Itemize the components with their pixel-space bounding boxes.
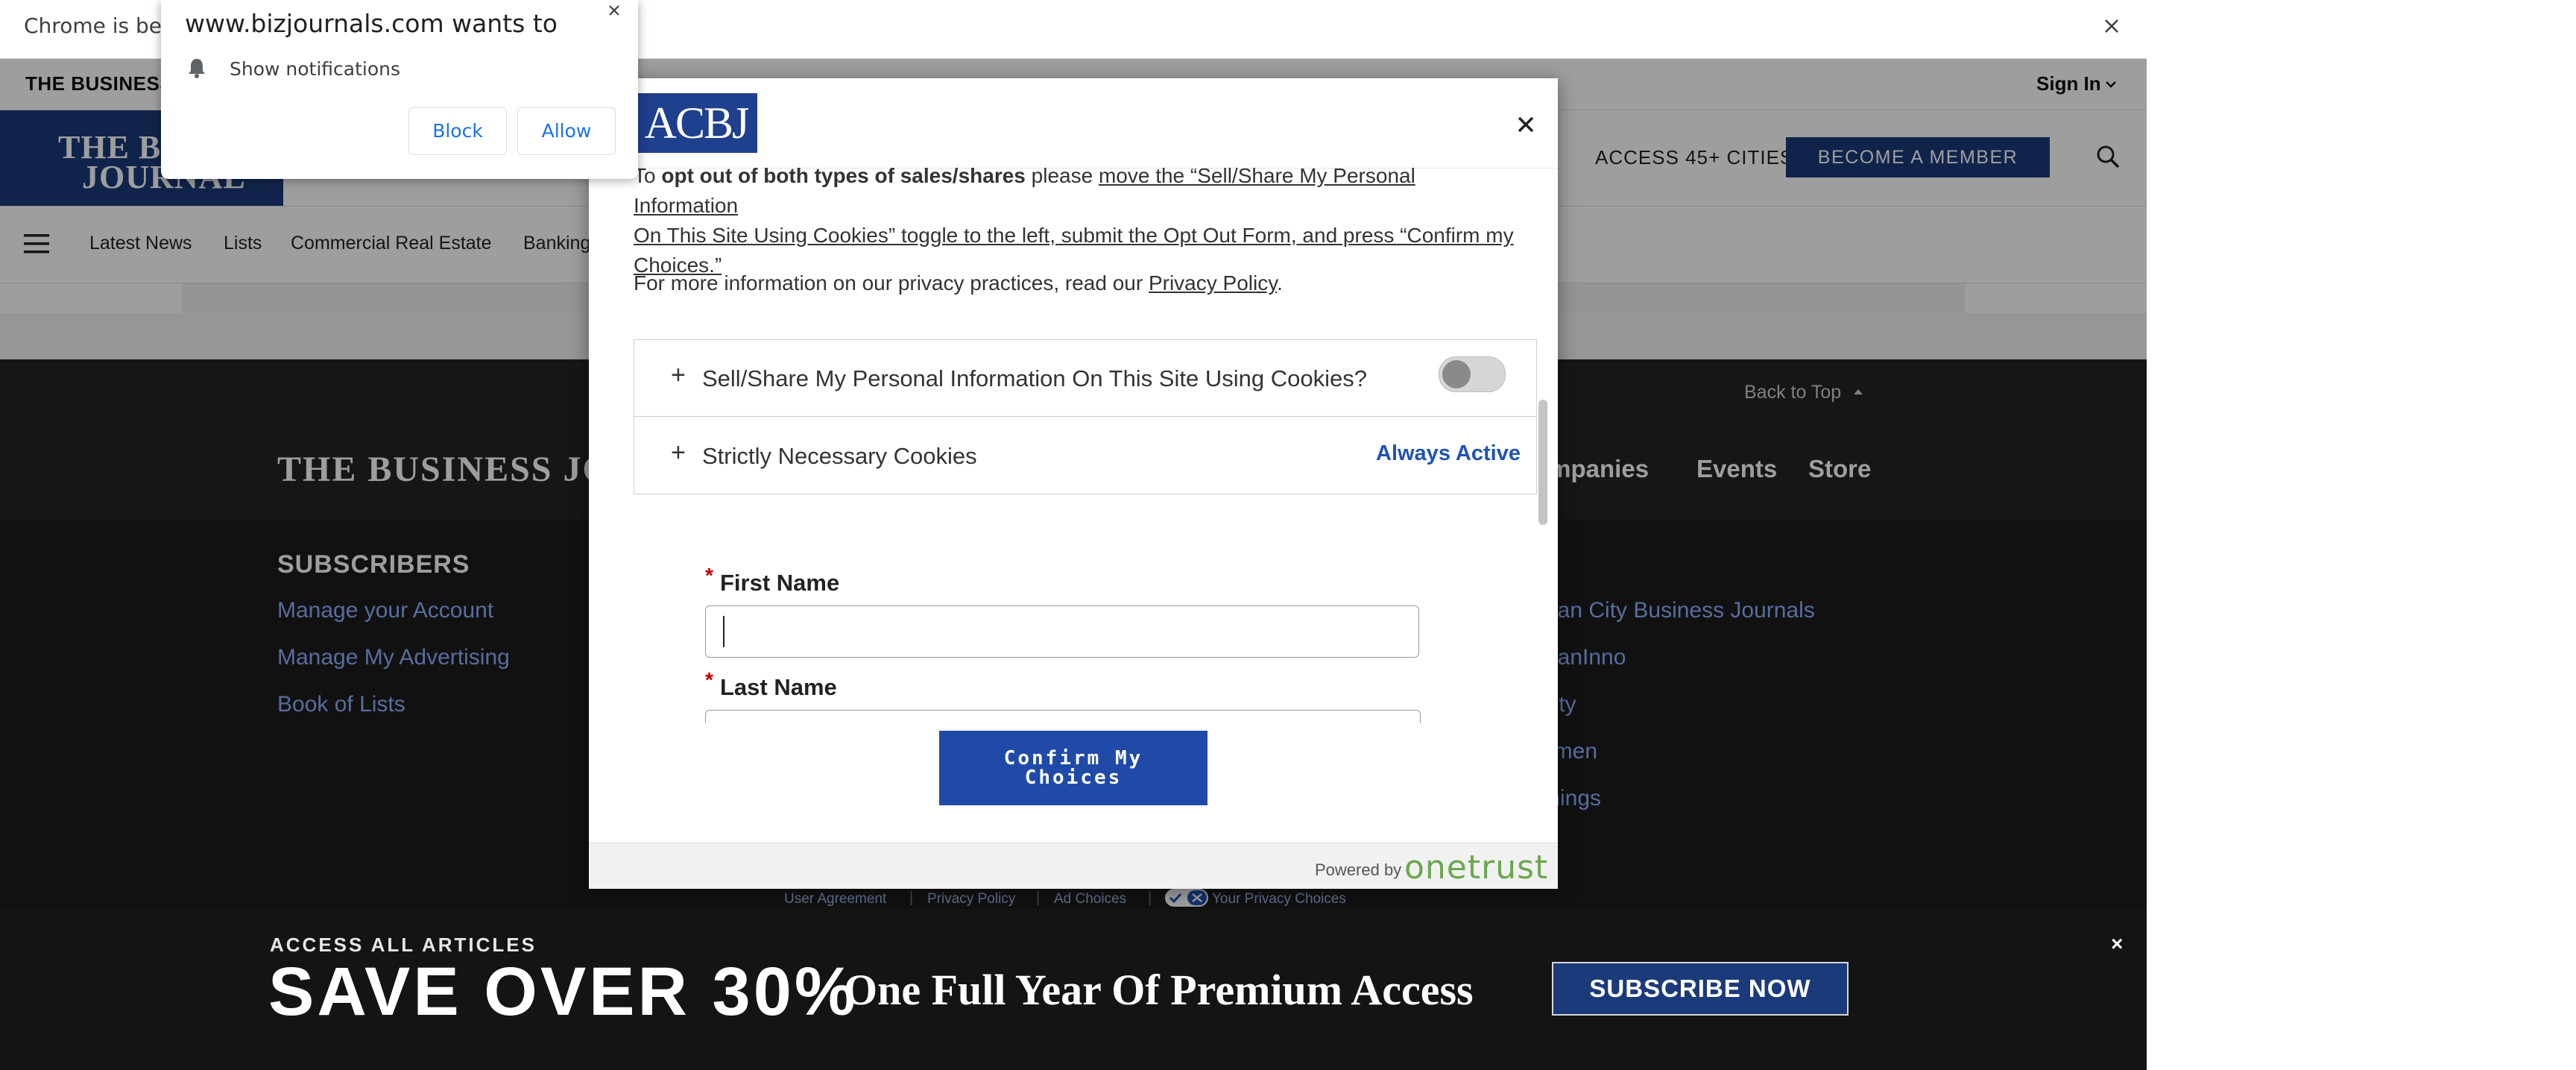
first-name-field[interactable]: [705, 605, 1419, 658]
block-button[interactable]: Block: [408, 107, 507, 155]
confirm-my-choices-button[interactable]: Confirm My Choices: [939, 731, 1208, 805]
privacy-info-paragraph: For more information on our privacy prac…: [634, 268, 1521, 298]
infobar-close-icon[interactable]: [2100, 15, 2123, 37]
sell-share-cookies-label[interactable]: Sell/Share My Personal Information On Th…: [702, 365, 1367, 392]
promo-subhead: One Full Year Of Premium Access: [844, 966, 1474, 1014]
modal-close-icon[interactable]: [1515, 113, 1537, 136]
notification-close-icon[interactable]: [604, 1, 625, 21]
promo-headline: SAVE OVER 30%: [268, 954, 859, 1030]
bell-icon: [189, 59, 205, 78]
subscribe-now-button[interactable]: SUBSCRIBE NOW: [1552, 962, 1849, 1016]
modal-privacy-policy-link[interactable]: Privacy Policy: [1149, 271, 1277, 295]
required-asterisk: *: [705, 668, 713, 691]
text-cursor: [723, 616, 724, 647]
confirm-line-2: Choices: [1024, 767, 1123, 789]
privacy-info-end: .: [1277, 271, 1283, 295]
promo-close-button[interactable]: ×: [2111, 932, 2123, 956]
first-name-label: First Name: [720, 570, 840, 596]
accordion-divider: [634, 416, 1537, 417]
opt-out-mid: please: [1025, 164, 1099, 187]
notification-site-prompt: www.bizjournals.com wants to: [185, 9, 558, 38]
confirm-line-1: Confirm My: [1003, 747, 1143, 770]
sell-share-cookies-toggle[interactable]: [1439, 356, 1506, 392]
infobar-text: Chrome is bein: [24, 13, 181, 38]
always-active-status: Always Active: [1376, 441, 1521, 465]
onetrust-logo[interactable]: onetrust: [1404, 849, 1548, 887]
acbj-logo: ACBJ: [635, 93, 757, 153]
privacy-info-text: For more information on our privacy prac…: [634, 271, 1149, 295]
required-asterisk: *: [705, 564, 713, 587]
cookie-categories-accordion: [634, 339, 1537, 494]
powered-by-text: Powered by: [1315, 860, 1402, 879]
opt-out-bold: opt out of both types of sales/shares: [661, 164, 1026, 187]
toggle-knob: [1442, 360, 1471, 388]
last-name-label: Last Name: [720, 674, 837, 700]
opt-out-instructions-link-b[interactable]: On This Site Using Cookies” toggle to th…: [634, 224, 1514, 247]
strictly-necessary-label[interactable]: Strictly Necessary Cookies: [702, 443, 977, 470]
opt-out-paragraph: To opt out of both types of sales/shares…: [634, 161, 1521, 280]
last-name-field[interactable]: [705, 710, 1421, 724]
modal-scrollbar[interactable]: [1538, 400, 1547, 525]
expand-plus-icon[interactable]: +: [671, 361, 686, 390]
expand-plus-icon[interactable]: +: [671, 438, 686, 468]
notification-message: Show notifications: [230, 58, 401, 80]
allow-button[interactable]: Allow: [517, 107, 616, 155]
